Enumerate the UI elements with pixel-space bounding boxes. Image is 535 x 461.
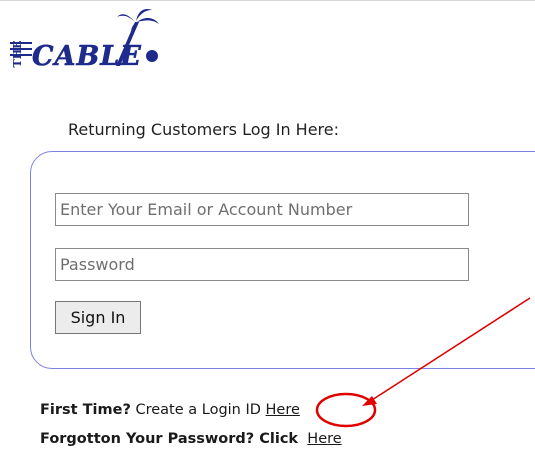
first-time-line: First Time? Create a Login ID Here (40, 402, 300, 418)
forgot-password-here-link[interactable]: Here (307, 431, 341, 447)
sign-in-button[interactable]: Sign In (55, 301, 141, 334)
forgot-password-line: Forgotton Your Password? Click Here (40, 431, 342, 447)
login-heading: Returning Customers Log In Here: (68, 120, 340, 139)
red-arrow-head-icon (362, 396, 377, 406)
highlight-circle (315, 392, 377, 428)
top-divider (0, 0, 535, 1)
email-or-account-field[interactable] (55, 193, 469, 226)
forgot-password-label: Forgotton Your Password? Click (40, 431, 299, 447)
first-time-label: First Time? (40, 402, 131, 418)
create-login-here-link[interactable]: Here (266, 402, 300, 418)
the-cable-logo: THE CABLE (10, 9, 159, 72)
login-page: THE CABLE Returning Customers Log In Her… (0, 0, 535, 461)
create-login-text: Create a Login ID (135, 402, 261, 418)
password-field[interactable] (55, 248, 469, 281)
